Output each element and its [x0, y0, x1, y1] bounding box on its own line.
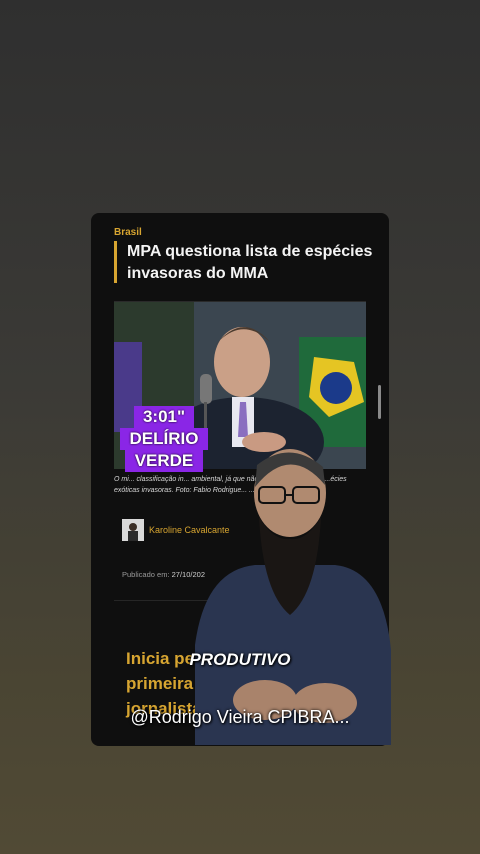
- article-title: MPA questiona lista de espécies invasora…: [127, 243, 373, 282]
- author-avatar: [122, 519, 144, 541]
- timer-badge: 3:01" DELÍRIO VERDE: [120, 406, 208, 476]
- timer-text: 3:01": [134, 406, 194, 428]
- creator-handle[interactable]: @Rodrigo Vieira CPIBRA...: [0, 707, 480, 728]
- presenter-video: [195, 449, 391, 745]
- scrollbar-thumb[interactable]: [378, 385, 381, 419]
- video-subtitle: PRODUTIVO: [189, 650, 291, 669]
- tag-line-1: DELÍRIO: [120, 428, 208, 450]
- tag-line-2: VERDE: [125, 450, 203, 472]
- published-label: Publicado em:: [122, 570, 170, 579]
- category-label[interactable]: Brasil: [114, 227, 142, 238]
- published-info: Publicado em: 27/10/202: [122, 570, 205, 579]
- title-accent-bar: [114, 241, 117, 283]
